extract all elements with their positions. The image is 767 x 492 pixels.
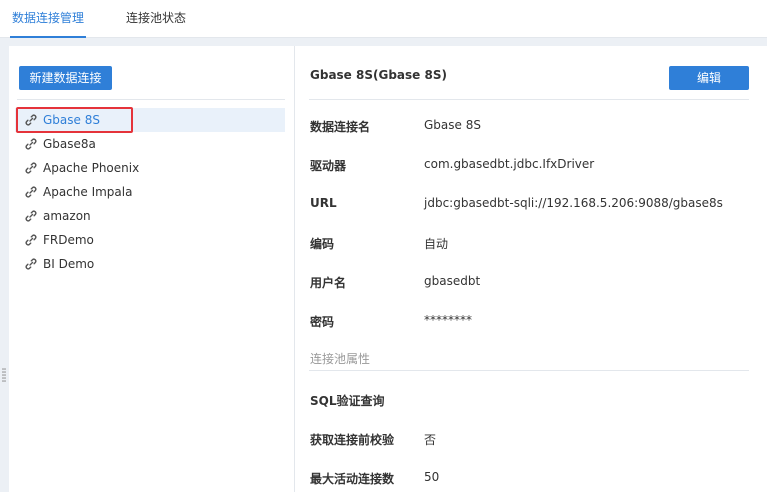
pool-section-title: 连接池属性 [310,352,371,366]
link-icon [25,162,37,174]
connection-name: amazon [43,209,91,223]
connection-list: Gbase 8S Gbase8a Apache Phoenix Apache I… [15,107,285,276]
new-connection-button[interactable]: 新建数据连接 [19,66,112,90]
connection-name: FRDemo [43,233,94,247]
label-test-before-borrow: 获取连接前校验 [310,433,395,447]
link-icon [25,186,37,198]
resize-handle[interactable] [2,368,6,382]
value-driver: com.gbasedbt.jdbc.IfxDriver [424,157,595,171]
label-encoding: 编码 [310,237,335,251]
list-item-amazon[interactable]: amazon [15,204,285,228]
value-username: gbasedbt [424,274,481,288]
list-item-frdemo[interactable]: FRDemo [15,228,285,252]
connection-name: Apache Impala [43,185,133,199]
divider [309,99,749,100]
connection-name: Apache Phoenix [43,161,140,175]
connection-name: BI Demo [43,257,95,271]
list-item-bi-demo[interactable]: BI Demo [15,252,285,276]
list-item-gbase8a[interactable]: Gbase8a [15,132,285,156]
connection-list-panel: 新建数据连接 Gbase 8S Gbase8a Apache Phoenix A… [9,46,295,492]
value-encoding: 自动 [424,237,449,251]
value-password: ******** [424,313,472,327]
connection-name: Gbase 8S [43,113,100,127]
list-item-apache-impala[interactable]: Apache Impala [15,180,285,204]
edit-button[interactable]: 编辑 [669,66,749,90]
value-test-before-borrow: 否 [424,433,437,447]
label-username: 用户名 [310,276,347,290]
divider [309,370,749,371]
top-tab-bar: 数据连接管理 连接池状态 [0,0,767,38]
label-url: URL [310,196,337,210]
list-item-gbase-8s[interactable]: Gbase 8S [15,107,285,133]
link-icon [25,138,37,150]
link-icon [25,234,37,246]
label-driver: 驱动器 [310,159,347,173]
label-password: 密码 [310,315,335,329]
detail-title: Gbase 8S(Gbase 8S) [310,68,447,82]
connection-detail-panel: Gbase 8S(Gbase 8S) 编辑 数据连接名 Gbase 8S 驱动器… [295,46,767,492]
label-max-active-connections: 最大活动连接数 [310,472,395,486]
tab-data-connection-management[interactable]: 数据连接管理 [9,0,87,38]
tab-connection-pool-status[interactable]: 连接池状态 [126,0,186,38]
label-connection-name: 数据连接名 [310,120,371,134]
list-item-apache-phoenix[interactable]: Apache Phoenix [15,156,285,180]
link-icon [25,210,37,222]
link-icon [25,114,37,126]
value-connection-name: Gbase 8S [424,118,481,132]
connection-name: Gbase8a [43,137,96,151]
link-icon [25,258,37,270]
main-content: 新建数据连接 Gbase 8S Gbase8a Apache Phoenix A… [9,46,767,492]
value-max-active-connections: 50 [424,470,440,484]
divider [17,99,285,100]
value-url: jdbc:gbasedbt-sqli://192.168.5.206:9088/… [424,196,723,210]
label-sql-validation-query: SQL验证查询 [310,394,385,408]
